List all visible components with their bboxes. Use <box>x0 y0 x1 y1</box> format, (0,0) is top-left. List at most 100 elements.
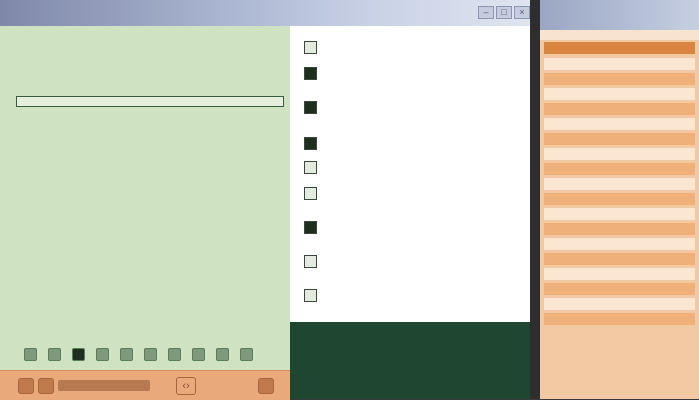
calendar-cell[interactable] <box>565 313 582 325</box>
calendar-cell[interactable] <box>584 118 601 130</box>
calendar-cell[interactable] <box>584 58 601 70</box>
calendar-cell[interactable] <box>679 178 696 190</box>
calendar-cell[interactable] <box>546 253 563 265</box>
calendar-cell[interactable] <box>679 88 696 100</box>
checkbox[interactable] <box>304 161 317 174</box>
calendar-cell[interactable] <box>660 268 677 280</box>
checkbox[interactable] <box>304 221 317 234</box>
calendar-cell[interactable] <box>584 133 601 145</box>
calendar-cell[interactable] <box>622 193 639 205</box>
calendar-cell[interactable] <box>641 163 658 175</box>
calendar-cell[interactable] <box>565 283 582 295</box>
page-dot[interactable] <box>216 348 229 361</box>
calendar-cell[interactable] <box>622 223 639 235</box>
calendar-cell[interactable] <box>679 223 696 235</box>
calendar-cell[interactable] <box>546 268 563 280</box>
page-nav-arrows-icon[interactable]: ‹› <box>176 377 196 395</box>
page-dot[interactable] <box>24 348 37 361</box>
calendar-cell[interactable] <box>546 313 563 325</box>
calendar-cell[interactable] <box>565 133 582 145</box>
calendar-cell[interactable] <box>546 208 563 220</box>
calendar-cell[interactable] <box>584 283 601 295</box>
calendar-cell[interactable] <box>641 208 658 220</box>
calendar-cell[interactable] <box>679 73 696 85</box>
calendar-cell[interactable] <box>584 73 601 85</box>
calendar-cell[interactable] <box>641 193 658 205</box>
calendar-cell[interactable] <box>641 118 658 130</box>
calendar-cell[interactable] <box>603 253 620 265</box>
calendar-cell[interactable] <box>565 73 582 85</box>
calendar-cell[interactable] <box>660 88 677 100</box>
calendar-cell[interactable] <box>603 103 620 115</box>
calendar-cell[interactable] <box>622 253 639 265</box>
calendar-cell[interactable] <box>622 73 639 85</box>
calendar-cell[interactable] <box>679 148 696 160</box>
checklist-item[interactable] <box>304 186 520 200</box>
calendar-cell[interactable] <box>584 313 601 325</box>
checklist-item[interactable] <box>304 100 520 114</box>
page-dot[interactable] <box>240 348 253 361</box>
calendar-cell[interactable] <box>660 178 677 190</box>
calendar-cell[interactable] <box>603 223 620 235</box>
calendar-cell[interactable] <box>584 268 601 280</box>
checkbox[interactable] <box>304 101 317 114</box>
calendar-cell[interactable] <box>565 238 582 250</box>
checklist-item[interactable] <box>304 254 520 268</box>
checklist-item[interactable] <box>304 220 520 234</box>
calendar-cell[interactable] <box>565 58 582 70</box>
checklist-item[interactable] <box>304 288 520 302</box>
calendar-cell[interactable] <box>546 88 563 100</box>
checkbox[interactable] <box>304 289 317 302</box>
calendar-cell[interactable] <box>603 163 620 175</box>
calendar-cell[interactable] <box>660 148 677 160</box>
calendar-cell[interactable] <box>603 238 620 250</box>
calendar-cell[interactable] <box>622 238 639 250</box>
calendar-cell[interactable] <box>641 148 658 160</box>
calendar-cell[interactable] <box>660 208 677 220</box>
calendar-cell[interactable] <box>603 58 620 70</box>
calendar-cell[interactable] <box>622 298 639 310</box>
page-dot[interactable] <box>72 348 85 361</box>
calendar-cell[interactable] <box>679 118 696 130</box>
calendar-cell[interactable] <box>641 283 658 295</box>
calendar-cell[interactable] <box>565 163 582 175</box>
page-dot[interactable] <box>120 348 133 361</box>
calendar-cell[interactable] <box>603 73 620 85</box>
checkbox[interactable] <box>304 187 317 200</box>
calendar-cell[interactable] <box>641 313 658 325</box>
calendar-cell[interactable] <box>641 178 658 190</box>
calendar-cell[interactable] <box>565 118 582 130</box>
calendar-cell[interactable] <box>622 148 639 160</box>
checklist-item[interactable] <box>304 40 520 54</box>
calendar-cell[interactable] <box>546 178 563 190</box>
calendar-cell[interactable] <box>679 103 696 115</box>
checklist-item[interactable] <box>304 66 520 80</box>
calendar-cell[interactable] <box>660 133 677 145</box>
footer-label-button[interactable] <box>58 380 150 391</box>
calendar-cell[interactable] <box>679 133 696 145</box>
calendar-cell[interactable] <box>622 313 639 325</box>
calendar-cell[interactable] <box>660 193 677 205</box>
calendar-cell[interactable] <box>641 268 658 280</box>
menu-icon[interactable] <box>38 378 54 394</box>
calendar-cell[interactable] <box>641 73 658 85</box>
calendar-cell[interactable] <box>679 313 696 325</box>
calendar-cell[interactable] <box>622 133 639 145</box>
home-icon[interactable] <box>18 378 34 394</box>
calendar-cell[interactable] <box>660 313 677 325</box>
calendar-cell[interactable] <box>679 208 696 220</box>
calendar-cell[interactable] <box>584 178 601 190</box>
calendar-cell[interactable] <box>641 223 658 235</box>
calendar-cell[interactable] <box>641 238 658 250</box>
calendar-cell[interactable] <box>660 58 677 70</box>
calendar-cell[interactable] <box>603 133 620 145</box>
page-dot[interactable] <box>96 348 109 361</box>
calendar-cell[interactable] <box>584 88 601 100</box>
calendar-cell[interactable] <box>546 163 563 175</box>
calendar-cell[interactable] <box>679 253 696 265</box>
calendar-cell[interactable] <box>565 148 582 160</box>
calendar-cell[interactable] <box>660 73 677 85</box>
pane-divider[interactable] <box>530 0 540 399</box>
calendar-cell[interactable] <box>546 133 563 145</box>
calendar-cell[interactable] <box>546 148 563 160</box>
